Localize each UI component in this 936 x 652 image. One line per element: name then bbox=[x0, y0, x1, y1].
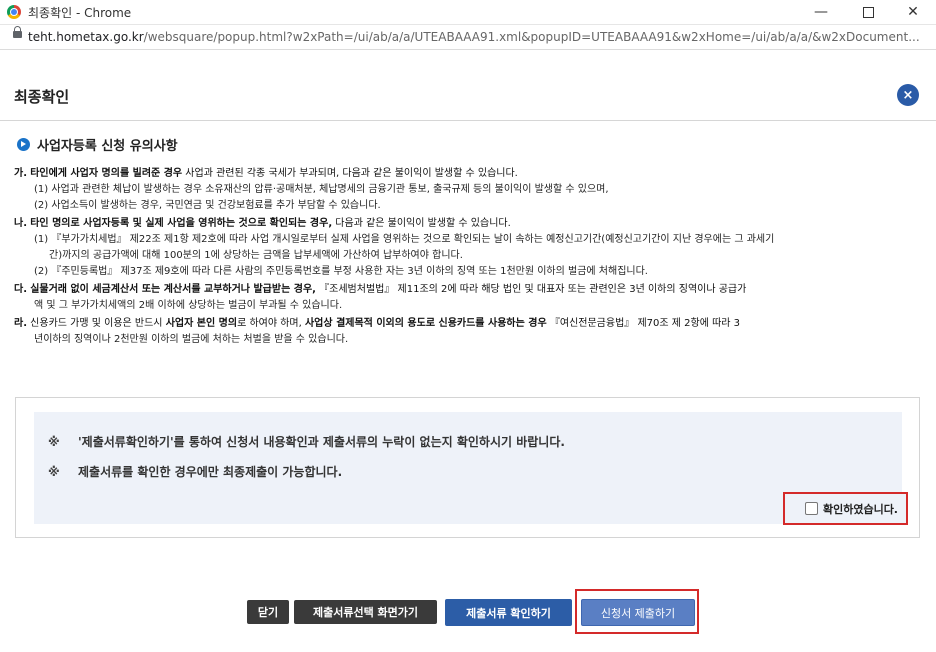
confirm-text: '제출서류확인하기'를 통하여 신청서 내용확인과 제출서류의 누락이 없는지 … bbox=[78, 435, 565, 449]
confirm-panel: ※ '제출서류확인하기'를 통하여 신청서 내용확인과 제출서류의 누락이 없는지… bbox=[34, 412, 908, 525]
maximize-icon bbox=[862, 6, 874, 18]
notice-marker: 나. bbox=[14, 218, 27, 229]
confirm-line: ※ '제출서류확인하기'를 통하여 신청서 내용확인과 제출서류의 누락이 없는지… bbox=[48, 433, 565, 450]
section-title: 사업자등록 신청 유의사항 bbox=[17, 135, 178, 154]
popup-close-button[interactable]: × bbox=[897, 84, 919, 106]
arrow-bullet-icon bbox=[17, 138, 30, 151]
notice-list: 가. 타인에게 사업자 명의를 빌려준 경우 사업과 관련된 각종 국세가 부과… bbox=[14, 166, 924, 350]
notice-text: 사업과 관련된 각종 국세가 부과되며, 다음과 같은 불이익이 발생할 수 있… bbox=[182, 168, 518, 179]
notice-text: 다음과 같은 불이익이 발생할 수 있습니다. bbox=[332, 218, 511, 229]
notice-head: 가. 타인에게 사업자 명의를 빌려준 경우 사업과 관련된 각종 국세가 부과… bbox=[14, 166, 924, 182]
submit-button-highlight: 신청서 제출하기 bbox=[575, 589, 699, 634]
popup-title: 최종확인 bbox=[14, 88, 70, 106]
notice-bold: 사업상 결제목적 이외의 용도로 신용카드를 사용하는 경우 bbox=[304, 318, 547, 329]
address-bar[interactable]: teht.hometax.go.kr/websquare/popup.html?… bbox=[0, 25, 936, 50]
note-mark: ※ bbox=[48, 465, 60, 479]
lock-icon bbox=[13, 26, 22, 38]
notice-bold: 타인에게 사업자 명의를 빌려준 경우 bbox=[30, 168, 183, 179]
notice-head: 다. 실물거래 없이 세금계산서 또는 계산서를 교부하거나 발급받는 경우, … bbox=[14, 282, 924, 298]
notice-head: 나. 타인 명의로 사업자등록 및 실제 사업을 영위하는 것으로 확인되는 경… bbox=[14, 216, 924, 232]
window-close-button[interactable]: ✕ bbox=[890, 0, 936, 24]
notice-text: 신용카드 가맹 및 이용은 반드시 bbox=[27, 318, 166, 329]
submit-application-button[interactable]: 신청서 제출하기 bbox=[581, 599, 695, 626]
url-text[interactable]: teht.hometax.go.kr/websquare/popup.html?… bbox=[28, 30, 920, 44]
note-mark: ※ bbox=[48, 435, 60, 449]
window-titlebar: 최종확인 - Chrome — ✕ bbox=[0, 0, 936, 25]
confirm-checkbox-label[interactable]: 확인하였습니다. bbox=[823, 501, 898, 517]
notice-item: 나. 타인 명의로 사업자등록 및 실제 사업을 영위하는 것으로 확인되는 경… bbox=[14, 216, 924, 280]
url-path: /websquare/popup.html?w2xPath=/ui/ab/a/a… bbox=[143, 30, 920, 44]
notice-marker: 라. bbox=[14, 318, 27, 329]
notice-head: 라. 신용카드 가맹 및 이용은 반드시 사업자 본인 명의로 하여야 하며, … bbox=[14, 316, 924, 332]
notice-sub: (1) 사업과 관련한 체납이 발생하는 경우 소유재산의 압류·공매처분, 체… bbox=[34, 184, 609, 195]
notice-text: 『여신전문금융법』 제70조 제 2항에 따라 3 bbox=[546, 318, 741, 329]
notice-sub: (2) 사업소득이 발생하는 경우, 국민연금 및 건강보험료를 추가 부담할 … bbox=[34, 200, 381, 211]
notice-text: 『조세범처벌법』 제11조의 2에 따라 해당 법인 및 대표자 또는 관련인은… bbox=[315, 284, 747, 295]
notice-sub: 액 및 그 부가가치세액의 2배 이하에 상당하는 벌금이 부과될 수 있습니다… bbox=[34, 300, 343, 311]
close-button[interactable]: 닫기 bbox=[247, 600, 289, 624]
notice-item: 라. 신용카드 가맹 및 이용은 반드시 사업자 본인 명의로 하여야 하며, … bbox=[14, 316, 924, 348]
url-host: teht.hometax.go.kr bbox=[28, 30, 144, 44]
notice-item: 다. 실물거래 없이 세금계산서 또는 계산서를 교부하거나 발급받는 경우, … bbox=[14, 282, 924, 314]
confirm-checkbox-wrapper[interactable]: 확인하였습니다. bbox=[783, 492, 908, 525]
window-title: 최종확인 - Chrome bbox=[28, 6, 132, 20]
section-title-text: 사업자등록 신청 유의사항 bbox=[37, 139, 178, 154]
notice-sub: (1) 『부가가치세법』 제22조 제1항 제2호에 따라 사업 개시일로부터 … bbox=[34, 234, 775, 245]
minimize-button[interactable]: — bbox=[798, 0, 844, 24]
notice-marker: 가. bbox=[14, 168, 27, 179]
check-documents-button[interactable]: 제출서류 확인하기 bbox=[445, 599, 572, 626]
notice-text: 로 하여야 하며, bbox=[237, 318, 305, 329]
notice-sub: 간)까지의 공급가액에 대해 100분의 1에 상당하는 금액을 납부세액에 가… bbox=[49, 250, 463, 261]
chrome-icon bbox=[7, 5, 21, 19]
notice-item: 가. 타인에게 사업자 명의를 빌려준 경우 사업과 관련된 각종 국세가 부과… bbox=[14, 166, 924, 214]
confirm-text: 제출서류를 확인한 경우에만 최종제출이 가능합니다. bbox=[78, 465, 343, 479]
select-documents-button[interactable]: 제출서류선택 화면가기 bbox=[294, 600, 437, 624]
confirm-line: ※ 제출서류를 확인한 경우에만 최종제출이 가능합니다. bbox=[48, 463, 342, 480]
notice-sub: (2) 『주민등록법』 제37조 제9호에 따라 다른 사람의 주민등록번호를 … bbox=[34, 266, 648, 277]
maximize-button[interactable] bbox=[845, 0, 891, 24]
notice-sub: 년이하의 징역이나 2천만원 이하의 벌금에 처하는 처벌을 받을 수 있습니다… bbox=[34, 334, 349, 345]
notice-bold: 타인 명의로 사업자등록 및 실제 사업을 영위하는 것으로 확인되는 경우, bbox=[30, 218, 333, 229]
notice-bold: 실물거래 없이 세금계산서 또는 계산서를 교부하거나 발급받는 경우, bbox=[30, 284, 316, 295]
confirm-box: ※ '제출서류확인하기'를 통하여 신청서 내용확인과 제출서류의 누락이 없는지… bbox=[15, 397, 920, 538]
popup-header bbox=[0, 76, 936, 121]
notice-marker: 다. bbox=[14, 284, 27, 295]
confirm-checkbox[interactable] bbox=[804, 502, 818, 515]
notice-bold: 사업자 본인 명의 bbox=[165, 318, 238, 329]
